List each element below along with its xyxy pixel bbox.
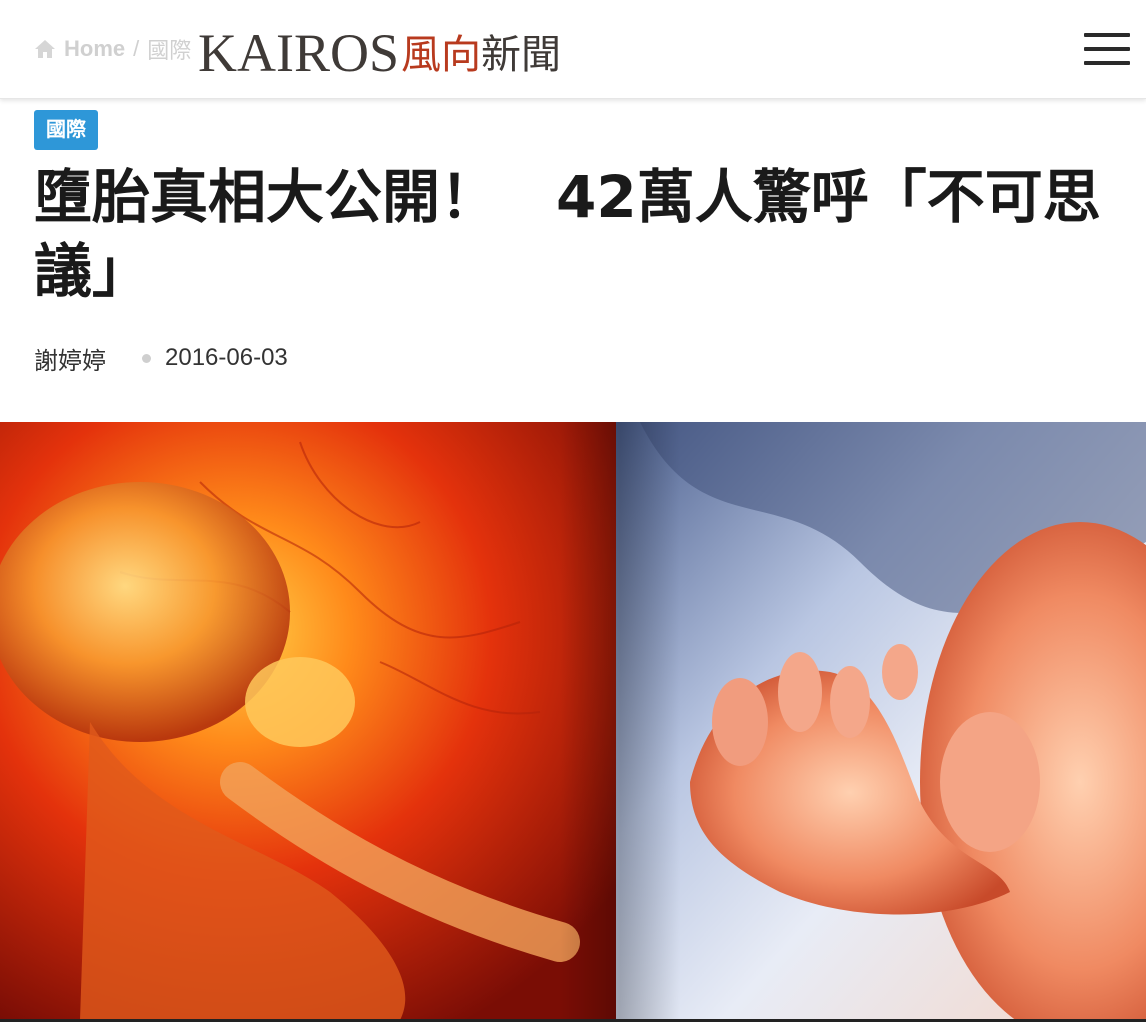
menu-bar-bottom — [1084, 61, 1130, 65]
breadcrumb-category-link[interactable]: 國際 — [147, 33, 191, 65]
menu-bar-top — [1084, 33, 1130, 37]
hero-image-illustration — [0, 422, 1146, 1020]
article-meta: 謝婷婷 2016-06-03 — [34, 340, 288, 376]
logo-latin-text: KAIROS — [198, 23, 400, 83]
menu-bar-middle — [1084, 47, 1130, 51]
logo-chinese-red-text: 風向 — [401, 32, 482, 78]
hamburger-menu-icon[interactable] — [1084, 33, 1130, 67]
logo-chinese-dark-text: 新聞 — [481, 32, 562, 78]
site-logo[interactable]: KAIROS 風向 新聞 — [198, 16, 566, 83]
article-title: 墮胎真相大公開！ 42萬人驚呼「不可思議」 — [34, 163, 1101, 305]
breadcrumb: Home / 國際 — [34, 33, 191, 65]
breadcrumb-separator: / — [133, 36, 140, 61]
category-badge[interactable]: 國際 — [34, 110, 98, 150]
publish-date: 2016-06-03 — [165, 344, 288, 371]
hero-image[interactable] — [0, 422, 1146, 1020]
author-name[interactable]: 謝婷婷 — [34, 341, 106, 376]
meta-separator-dot — [142, 353, 151, 363]
home-icon[interactable] — [34, 39, 56, 59]
site-header: Home / 國際 KAIROS 風向 新聞 — [0, 0, 1146, 99]
breadcrumb-home-link[interactable]: Home — [64, 36, 125, 62]
